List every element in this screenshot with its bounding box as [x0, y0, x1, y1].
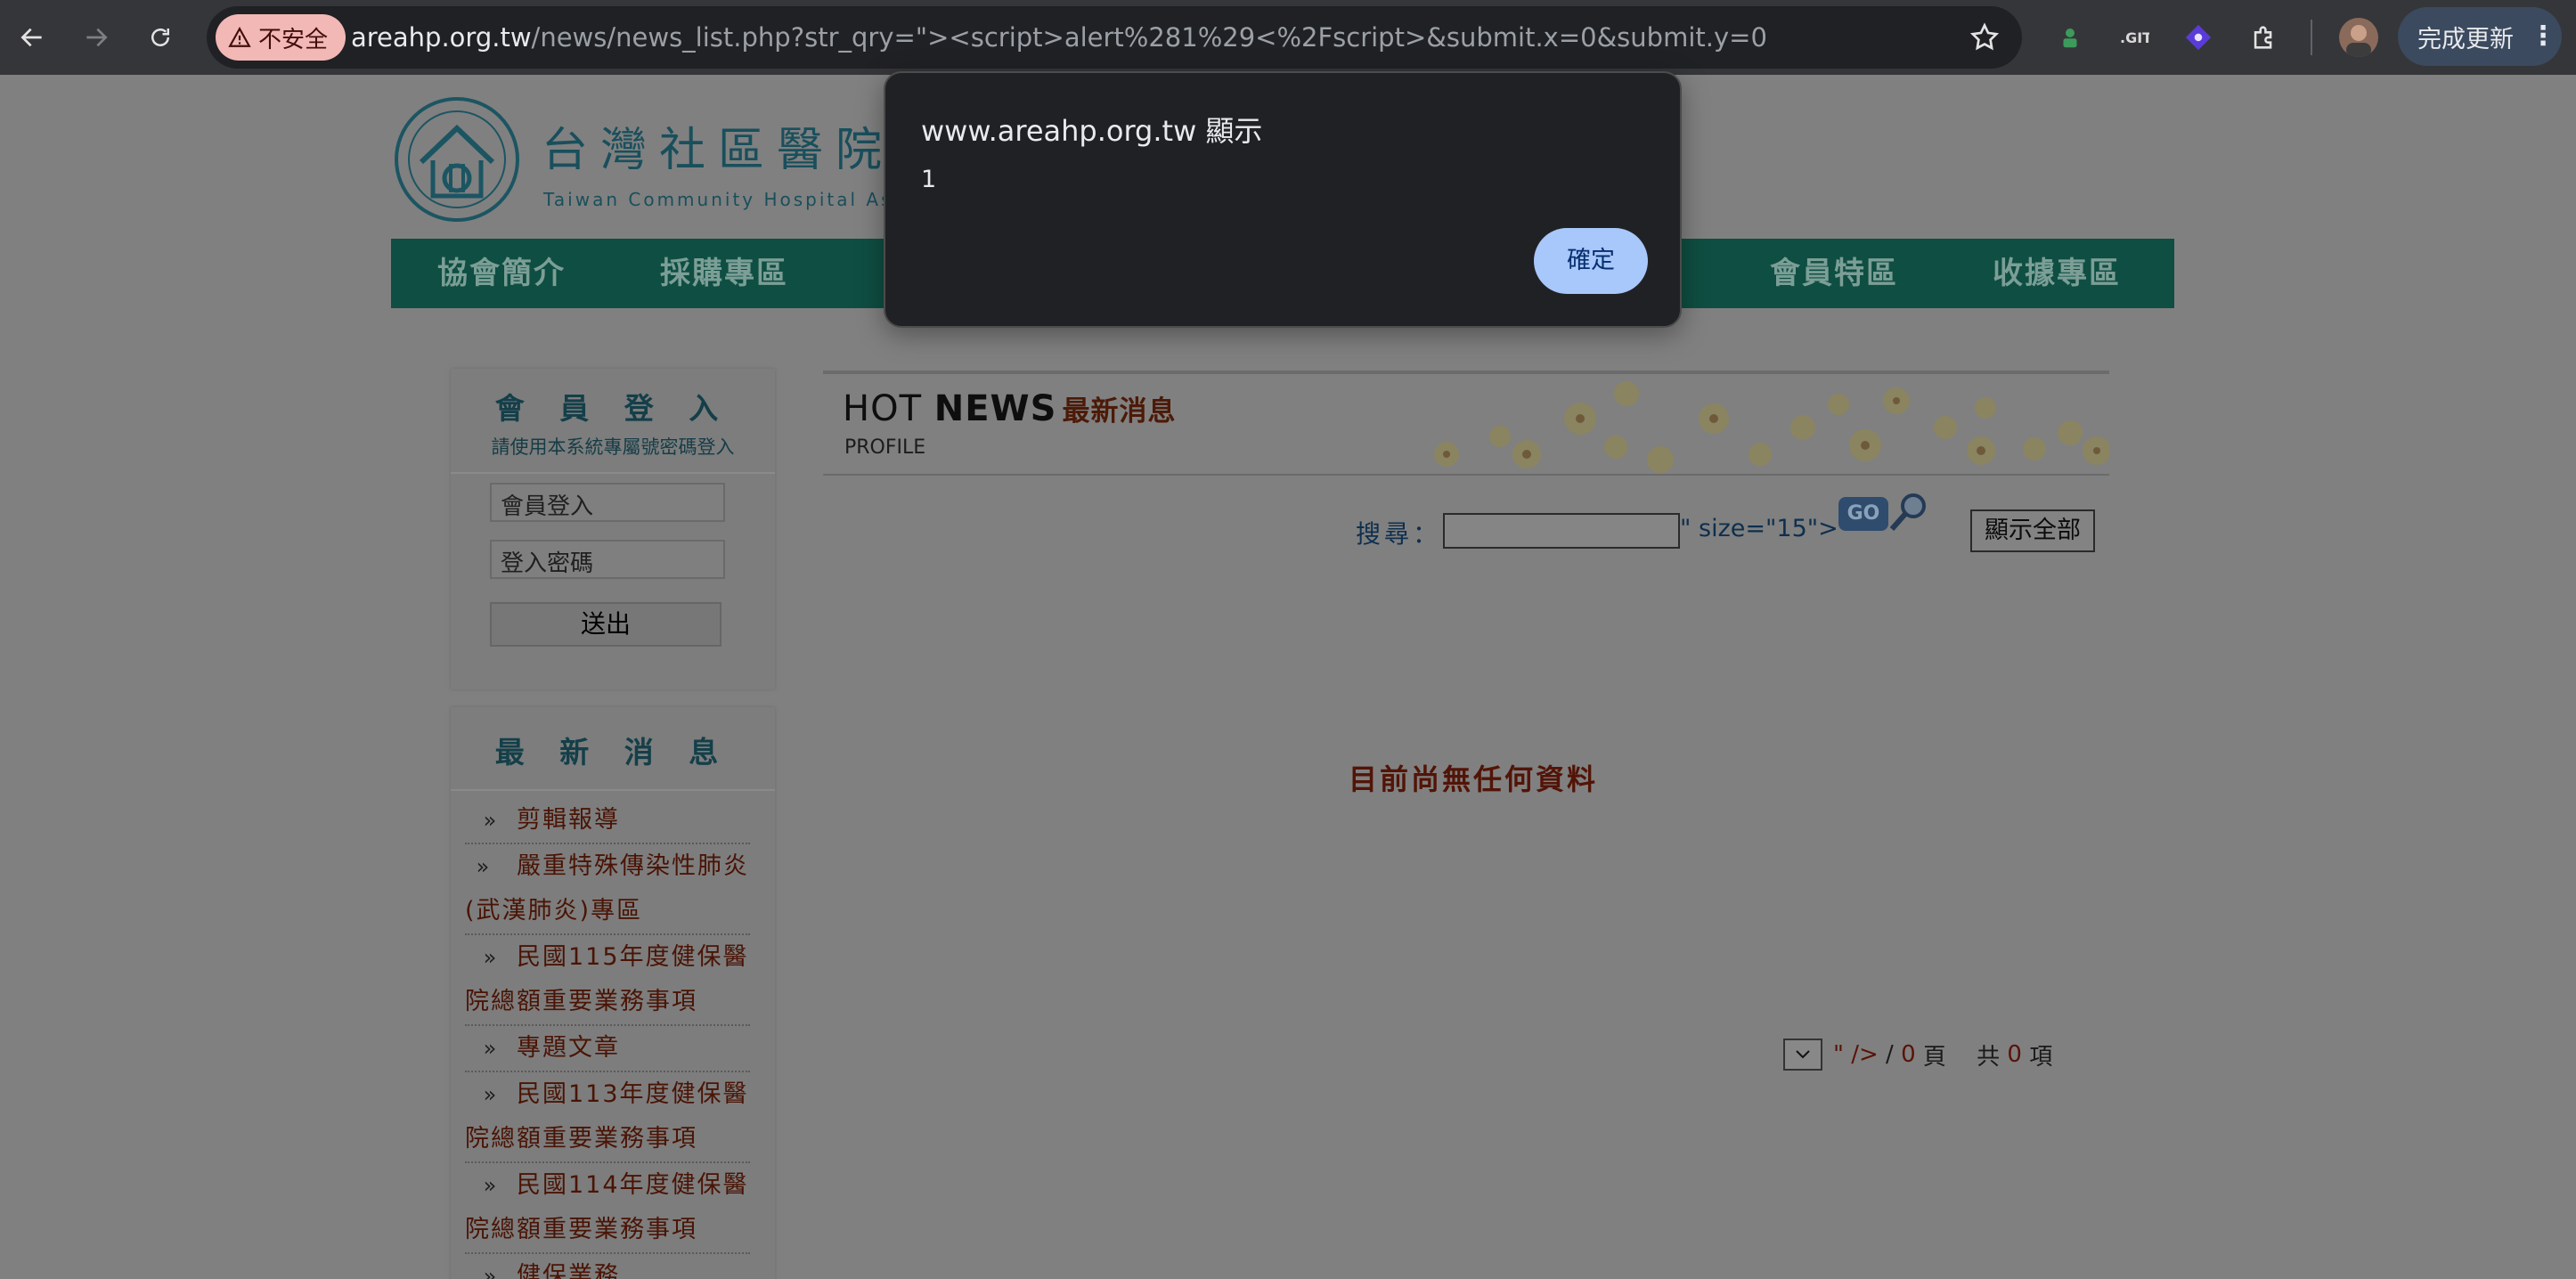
news-item[interactable]: » 民國114年度健保醫院總額重要業務事項: [465, 1163, 750, 1254]
hot-news-banner: HOT NEWS 最新消息 PROFILE: [823, 371, 2109, 476]
extensions-puzzle-icon[interactable]: [2246, 20, 2282, 55]
nav-item-receipts[interactable]: 收據專區: [1993, 239, 2121, 308]
news-panel-title: 最 新 消 息: [494, 735, 731, 770]
news-item-label: 專題文章: [517, 1034, 620, 1062]
url-text[interactable]: areahp.org.tw/news/news_list.php?str_qry…: [351, 6, 1767, 69]
page-unit-label: 頁 共: [1915, 1043, 2008, 1071]
page-count: 0: [1901, 1041, 1916, 1068]
search-label: 搜尋：: [1356, 519, 1442, 549]
warning-icon: [228, 27, 251, 47]
nav-item-about[interactable]: 協會簡介: [437, 239, 566, 308]
pagination-slash: /: [1878, 1041, 1902, 1068]
url-host: areahp.org.tw: [351, 22, 532, 53]
hot-word: HOT: [843, 388, 922, 429]
news-item[interactable]: » 民國113年度健保醫院總額重要業務事項: [465, 1072, 750, 1163]
profile-avatar[interactable]: [2339, 18, 2378, 57]
nav-item-procurement[interactable]: 採購專區: [660, 239, 788, 308]
dialog-message: 1: [921, 166, 937, 193]
logo-emblem-icon: [395, 97, 519, 222]
login-submit-button[interactable]: 送出: [490, 602, 721, 647]
reload-icon[interactable]: [135, 12, 185, 62]
flower-decoration-icon: [1434, 381, 2109, 473]
page-select[interactable]: [1783, 1039, 1822, 1071]
extension-green-icon[interactable]: [2052, 20, 2088, 55]
news-list: » 剪輯報導 » 嚴重特殊傳染性肺炎(武漢肺炎)專區 » 民國115年度健保醫院總額重…: [451, 791, 775, 1279]
search-input[interactable]: [1443, 513, 1680, 549]
site-logo[interactable]: 台灣社區醫院協 Taiwan Community Hospital Asso: [390, 93, 941, 235]
extension-purple-icon[interactable]: [2181, 20, 2216, 55]
go-button[interactable]: GO: [1838, 497, 1888, 531]
bullet-icon: »: [483, 808, 499, 833]
login-panel: 會 員 登 入 請使用本系統專屬號密碼登入 會員登入 登入密碼 送出: [451, 369, 775, 689]
browser-toolbar: 不安全 areahp.org.tw/news/news_list.php?str…: [0, 0, 2576, 75]
bullet-icon: »: [483, 1082, 499, 1107]
news-item[interactable]: » 民國115年度健保醫院總額重要業務事項: [465, 935, 750, 1026]
injected-attribute-text: " size="15">: [1680, 515, 1838, 542]
nav-item-members[interactable]: 會員特區: [1770, 239, 1898, 308]
bullet-icon: »: [476, 854, 492, 879]
hot-news-zh: 最新消息: [1062, 395, 1177, 428]
bullet-icon: »: [483, 945, 499, 970]
bullet-icon: »: [483, 1173, 499, 1198]
more-vert-icon: ⋮: [2530, 20, 2556, 52]
news-item-label: 剪輯報導: [517, 806, 620, 834]
extension-git-icon[interactable]: .GIT: [2116, 20, 2152, 55]
login-divider: [451, 472, 775, 474]
item-unit-label: 項: [2021, 1043, 2053, 1071]
hot-news-title: HOT NEWS 最新消息: [843, 388, 1176, 429]
toolbar-divider: [2311, 20, 2312, 55]
forward-icon[interactable]: [71, 12, 121, 62]
pagination-artifact: " />: [1833, 1041, 1879, 1068]
dialog-title: www.areahp.org.tw 顯示: [921, 114, 1263, 148]
pagination: " /> / 0 頁 共 0 項: [1783, 1037, 2052, 1072]
news-item-label: 健保業務: [517, 1262, 620, 1279]
news-item[interactable]: » 嚴重特殊傳染性肺炎(武漢肺炎)專區: [465, 844, 750, 935]
news-panel: 最 新 消 息 » 剪輯報導 » 嚴重特殊傳染性肺炎(武漢肺炎)專區 » 民國115年…: [451, 707, 775, 1279]
news-item[interactable]: » 剪輯報導: [465, 798, 750, 844]
username-field[interactable]: 會員登入: [490, 483, 725, 522]
password-field[interactable]: 登入密碼: [490, 540, 725, 579]
ok-button[interactable]: 確定: [1534, 228, 1648, 294]
empty-state-message: 目前尚無任何資料: [1349, 762, 1599, 796]
bullet-icon: »: [483, 1036, 499, 1061]
update-label: 完成更新: [2417, 25, 2514, 53]
update-button[interactable]: 完成更新 ⋮: [2398, 7, 2562, 66]
address-bar[interactable]: 不安全 areahp.org.tw/news/news_list.php?str…: [207, 6, 2022, 69]
security-chip[interactable]: 不安全: [216, 14, 346, 61]
bookmark-star-icon[interactable]: [1969, 21, 2001, 57]
news-word: NEWS: [933, 388, 1057, 429]
login-subtitle: 請使用本系統專屬號密碼登入: [491, 436, 735, 458]
profile-label: PROFILE: [844, 436, 926, 459]
logo-subtitle: Taiwan Community Hospital Asso: [543, 189, 919, 210]
alert-dialog: www.areahp.org.tw 顯示 1 確定: [884, 71, 1682, 328]
bullet-icon: »: [483, 1264, 499, 1279]
magnifier-icon[interactable]: [1887, 490, 1929, 534]
news-item[interactable]: » 專題文章: [465, 1026, 750, 1072]
news-item[interactable]: » 健保業務: [465, 1254, 750, 1279]
item-count: 0: [2007, 1041, 2022, 1068]
login-title: 會 員 登 入: [494, 391, 731, 426]
insecure-label: 不安全: [258, 26, 329, 53]
svg-text:.GIT: .GIT: [2120, 29, 2149, 46]
chevron-down-icon: [1796, 1050, 1810, 1059]
back-icon[interactable]: [7, 12, 57, 62]
url-path: /news/news_list.php?str_qry="><script>al…: [531, 22, 1767, 53]
show-all-button[interactable]: 顯示全部: [1970, 509, 2095, 552]
